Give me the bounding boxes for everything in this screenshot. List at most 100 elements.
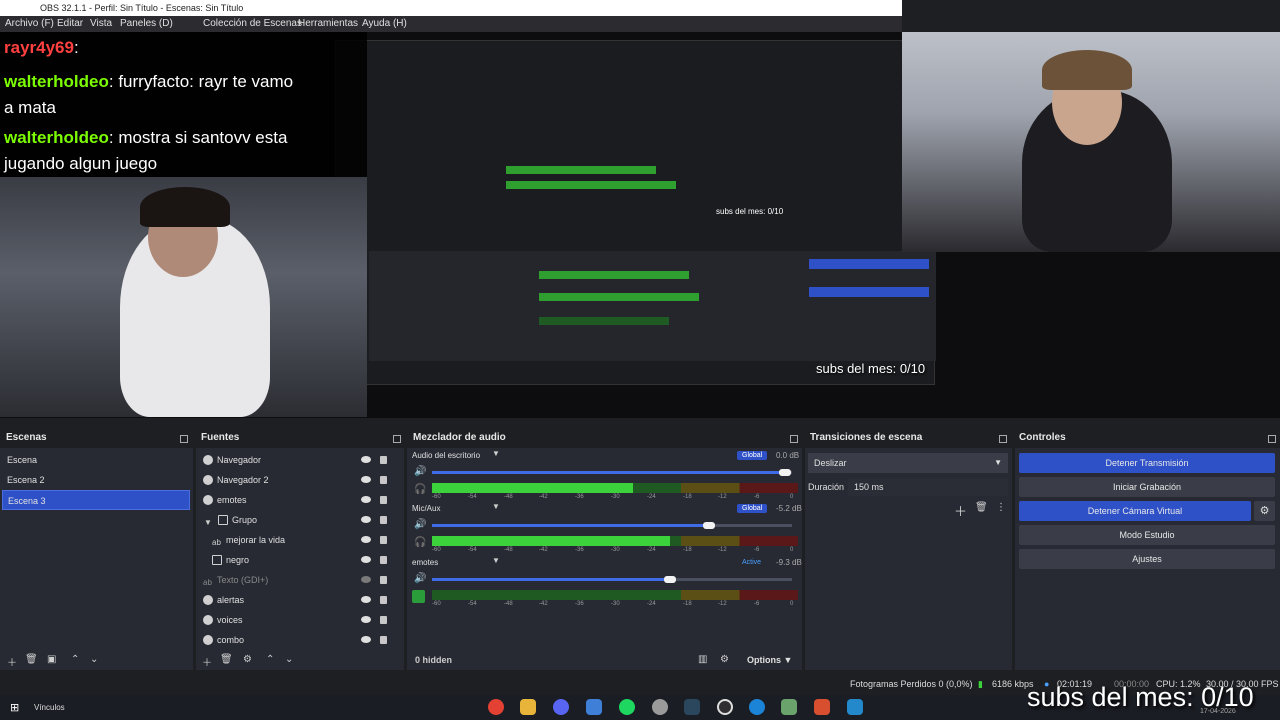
- menu-help[interactable]: Ayuda (H): [362, 18, 407, 29]
- folder-icon[interactable]: [520, 699, 536, 715]
- filters-icon[interactable]: ▣: [47, 654, 56, 665]
- remove-scene-icon[interactable]: 🗑: [25, 654, 38, 665]
- stop-virtual-cam-button[interactable]: Detener Cámara Virtual: [1019, 501, 1251, 521]
- preview-canvas[interactable]: rayr4y69: walterholdeo: furryfacto: rayr…: [0, 32, 1280, 418]
- hidden-count[interactable]: 0 hidden: [415, 655, 452, 665]
- start-record-button[interactable]: Iniciar Grabación: [1019, 477, 1275, 497]
- visibility-eye-icon[interactable]: [361, 536, 371, 543]
- remove-transition-icon[interactable]: 🗑: [975, 502, 988, 513]
- vscode-icon[interactable]: [847, 699, 863, 715]
- speaker-icon[interactable]: 🔊: [414, 466, 426, 477]
- float-dock-icon[interactable]: [180, 435, 188, 443]
- lock-icon[interactable]: [380, 476, 387, 484]
- add-transition-icon[interactable]: ＋: [954, 501, 967, 520]
- remove-source-icon[interactable]: 🗑: [220, 654, 233, 665]
- speaker-icon[interactable]: 🔊: [414, 519, 426, 530]
- settings-app-icon[interactable]: [652, 699, 668, 715]
- layout-icon[interactable]: ▥: [698, 654, 707, 665]
- menu-docks[interactable]: Paneles (D): [120, 18, 173, 29]
- discord-icon[interactable]: [553, 699, 569, 715]
- windows-start-icon[interactable]: ⊞: [10, 701, 19, 714]
- float-dock-icon[interactable]: [999, 435, 1007, 443]
- lock-icon[interactable]: [380, 516, 387, 524]
- float-dock-icon[interactable]: [393, 435, 401, 443]
- source-item[interactable]: negro: [196, 550, 396, 570]
- visibility-eye-icon[interactable]: [361, 516, 371, 523]
- monitor-active-icon[interactable]: [412, 590, 425, 603]
- chevron-down-icon[interactable]: ▼: [492, 449, 500, 458]
- visibility-eye-icon[interactable]: [361, 636, 371, 643]
- meter-tick-label: -54: [468, 494, 477, 500]
- lock-icon[interactable]: [380, 576, 387, 584]
- move-down-icon[interactable]: ⌄: [285, 654, 293, 665]
- visibility-eye-icon[interactable]: [361, 616, 371, 623]
- source-settings-icon[interactable]: ⚙: [243, 654, 252, 665]
- source-item[interactable]: Navegador: [196, 450, 396, 470]
- transition-select[interactable]: Deslizar ▼: [808, 453, 1008, 473]
- scene-item-selected[interactable]: Escena 3: [2, 490, 190, 510]
- edge-icon[interactable]: [749, 699, 765, 715]
- source-item[interactable]: Navegador 2: [196, 470, 396, 490]
- visibility-eye-icon[interactable]: [361, 556, 371, 563]
- add-scene-icon[interactable]: ＋: [7, 654, 17, 669]
- lock-icon[interactable]: [380, 536, 387, 544]
- menu-tools[interactable]: Herramientas: [298, 18, 358, 29]
- monitor-icon[interactable]: 🎧: [414, 537, 426, 548]
- source-item[interactable]: voices: [196, 610, 396, 630]
- source-item[interactable]: ab mejorar la vida: [196, 530, 396, 550]
- lock-icon[interactable]: [380, 596, 387, 604]
- options-button[interactable]: Options ▼: [747, 655, 792, 665]
- add-source-icon[interactable]: ＋: [202, 654, 212, 669]
- studio-mode-button[interactable]: Modo Estudio: [1019, 525, 1275, 545]
- source-item[interactable]: alertas: [196, 590, 396, 610]
- monitor-icon[interactable]: 🎧: [414, 484, 426, 495]
- chrome-icon[interactable]: [488, 699, 504, 715]
- chevron-down-icon[interactable]: ▼: [492, 556, 500, 565]
- lock-icon[interactable]: [380, 616, 387, 624]
- move-up-icon[interactable]: ⌃: [71, 654, 79, 665]
- visibility-eye-icon[interactable]: [361, 476, 371, 483]
- app-icon[interactable]: [781, 699, 797, 715]
- stop-stream-button[interactable]: Detener Transmisión: [1019, 453, 1275, 473]
- lock-icon[interactable]: [380, 636, 387, 644]
- volume-knob[interactable]: [779, 469, 791, 476]
- hidden-eye-icon[interactable]: [361, 576, 371, 583]
- lock-icon[interactable]: [380, 496, 387, 504]
- settings-button[interactable]: Ajustes: [1019, 549, 1275, 569]
- volume-knob[interactable]: [703, 522, 715, 529]
- store-icon[interactable]: [586, 699, 602, 715]
- chat-message: furryfacto: rayr te vamo: [118, 72, 294, 91]
- spotify-icon[interactable]: [619, 699, 635, 715]
- duration-input[interactable]: 150 ms: [848, 478, 1008, 496]
- menu-view[interactable]: Vista: [90, 18, 112, 29]
- menu-file[interactable]: Archivo (F): [5, 18, 54, 29]
- source-item[interactable]: combo: [196, 630, 396, 650]
- menu-scene-collection[interactable]: Colección de Escenas: [203, 18, 302, 29]
- menu-edit[interactable]: Editar: [57, 18, 83, 29]
- subs-counter-tiny: subs del mes: 0/10: [716, 207, 784, 216]
- gear-icon[interactable]: ⚙: [1254, 501, 1275, 521]
- app-icon[interactable]: [814, 699, 830, 715]
- visibility-eye-icon[interactable]: [361, 496, 371, 503]
- obs-icon[interactable]: [717, 699, 733, 715]
- steam-icon[interactable]: [684, 699, 700, 715]
- source-group[interactable]: ▼ Grupo: [196, 510, 396, 530]
- advanced-audio-icon[interactable]: ⚙: [720, 654, 729, 665]
- scene-item[interactable]: Escena 2: [2, 470, 190, 490]
- lock-icon[interactable]: [380, 556, 387, 564]
- chevron-down-icon[interactable]: ▼: [492, 502, 500, 511]
- lock-icon[interactable]: [380, 456, 387, 464]
- more-icon[interactable]: ⋮: [996, 502, 1006, 513]
- volume-knob[interactable]: [664, 576, 676, 583]
- scene-item[interactable]: Escena: [2, 450, 190, 470]
- float-dock-icon[interactable]: [790, 435, 798, 443]
- source-item[interactable]: ab Texto (GDI+): [196, 570, 396, 590]
- move-up-icon[interactable]: ⌃: [266, 654, 274, 665]
- visibility-eye-icon[interactable]: [361, 456, 371, 463]
- speaker-icon[interactable]: 🔊: [414, 573, 426, 584]
- visibility-eye-icon[interactable]: [361, 596, 371, 603]
- float-dock-icon[interactable]: [1268, 435, 1276, 443]
- taskbar-links[interactable]: Vínculos: [34, 703, 65, 712]
- move-down-icon[interactable]: ⌄: [90, 654, 98, 665]
- source-item[interactable]: emotes: [196, 490, 396, 510]
